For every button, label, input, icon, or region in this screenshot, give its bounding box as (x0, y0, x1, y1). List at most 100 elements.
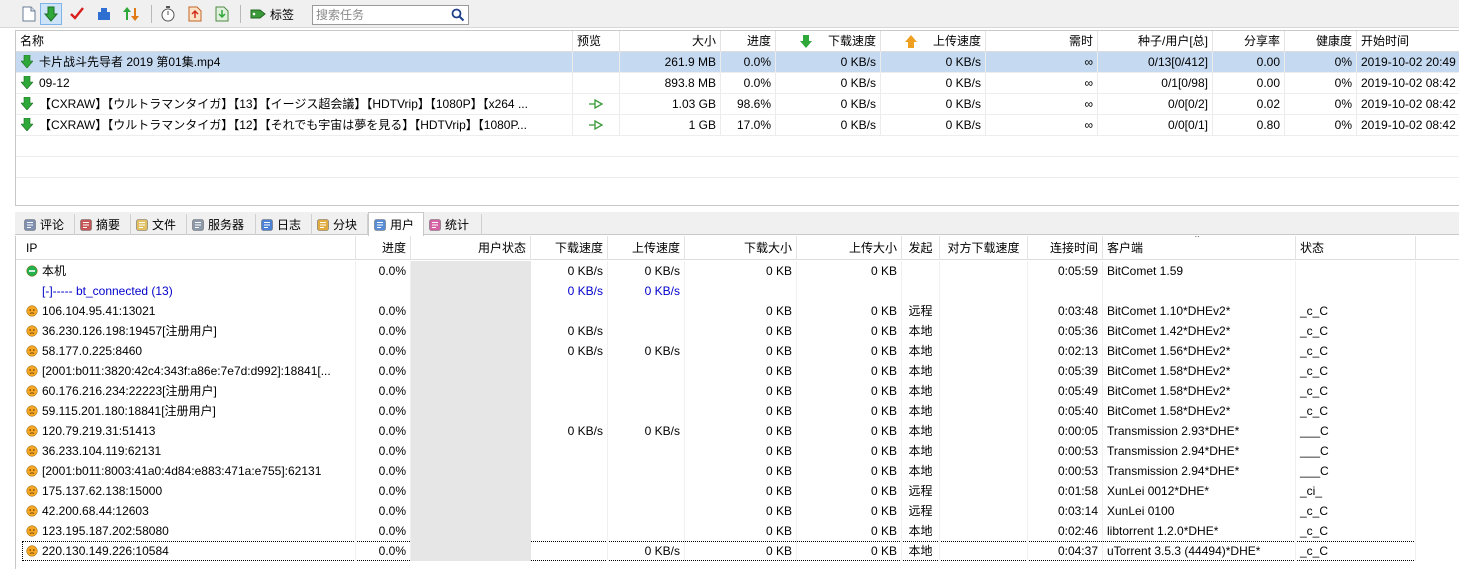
peer-usize: 0 KB (797, 301, 902, 321)
col-seeds[interactable]: 种子/用户[总] (1098, 31, 1213, 52)
peer-up: 0 KB/s (608, 281, 685, 301)
col-eta[interactable]: 需时 (986, 31, 1098, 52)
col-user-state[interactable]: 用户状态 (411, 236, 531, 260)
col-conn-time[interactable]: 连接时间 (1028, 236, 1103, 260)
user-state-bar (411, 301, 531, 321)
task-preview[interactable] (573, 94, 620, 114)
tag-button[interactable]: 标签 (247, 3, 299, 25)
peer-ip-text: 60.176.216.234:22223[注册用户] (42, 384, 217, 398)
peer-row[interactable]: 42.200.68.44:12603 0.0% 0 KB 0 KB 远程 0:03:14 X… (16, 501, 1459, 521)
col-progress[interactable]: 进度 (721, 31, 776, 52)
page-import-icon (215, 6, 229, 22)
task-down: 0 KB/s (776, 94, 881, 114)
col-preview[interactable]: 预览 (573, 31, 620, 52)
peer-row[interactable]: 175.137.62.138:15000 0.0% 0 KB 0 KB 远程 0:01:5… (16, 481, 1459, 501)
col-size[interactable]: 大小 (620, 31, 721, 52)
search-input[interactable] (313, 6, 443, 24)
empty-row (16, 136, 1459, 157)
peer-client: libtorrent 1.2.0*DHE* (1103, 521, 1296, 541)
new-task-button[interactable] (18, 3, 40, 25)
col-up-size[interactable]: 上传大小 (797, 236, 902, 260)
task-row[interactable]: 09-12 893.8 MB 0.0% 0 KB/s 0 KB/s ∞ 0/1[0/98] 0… (16, 73, 1459, 94)
peer-down (531, 481, 608, 501)
peer-list-header: IP 进度 用户状态 下载速度 上传速度 下载大小 上传大小 发起 对方下载速度… (16, 236, 1459, 260)
col-health[interactable]: 健康度 (1285, 31, 1357, 52)
tab-label: 分块 (333, 218, 358, 232)
col-ip[interactable]: IP (16, 236, 356, 260)
col-remote-down-speed[interactable]: 对方下载速度 (940, 236, 1028, 260)
col-up-speed-label: 上传速度 (932, 34, 981, 48)
download-button[interactable] (40, 3, 62, 25)
user-state-bar (411, 521, 531, 541)
task-row[interactable]: 【CXRAW】【ウルトラマンタイガ】【13】【イージス超会議】【HDTVrip】… (16, 94, 1459, 115)
import-button[interactable] (211, 3, 233, 25)
task-seeds: 0/0[0/1] (1098, 115, 1213, 135)
peer-row[interactable]: 220.130.149.226:10584 0.0% 0 KB/s 0 KB 0 KB 本… (22, 541, 1416, 561)
peer-init (902, 281, 940, 301)
peer-remote (940, 441, 1028, 461)
tab-peers[interactable]: 用户 (368, 212, 424, 236)
peer-row[interactable]: [2001:b011:8003:41a0:4d84:e883:471a:e755… (16, 461, 1459, 481)
peer-row[interactable]: 本机 0.0% 0 KB/s 0 KB/s 0 KB 0 KB 0:05:59 BitCome… (16, 261, 1459, 281)
peer-progress: 0.0% (356, 321, 411, 341)
peer-ip: 175.137.62.138:15000 (16, 481, 356, 501)
peer-row[interactable]: [2001:b011:3820:42c4:343f:a86e:7e7d:d992… (16, 361, 1459, 381)
col-down-speed[interactable]: 下载速度 (776, 31, 881, 52)
peer-down: 0 KB/s (531, 321, 608, 341)
start-button[interactable] (66, 3, 88, 25)
col-down-size[interactable]: 下载大小 (685, 236, 797, 260)
tab-label: 摘要 (96, 218, 121, 232)
peer-down: 0 KB/s (531, 261, 608, 281)
peer-row[interactable]: 106.104.95.41:13021 0.0% 0 KB 0 KB 远程 0:03:48… (16, 301, 1459, 321)
blue-block-icon (98, 8, 110, 20)
peer-row[interactable]: 58.177.0.225:8460 0.0% 0 KB/s 0 KB/s 0 KB 0 K… (16, 341, 1459, 361)
task-start: 2019-10-02 08:42 (1357, 73, 1459, 93)
export-button[interactable] (184, 3, 206, 25)
task-preview[interactable] (573, 115, 620, 135)
move-button[interactable] (120, 3, 142, 25)
peer-down (531, 541, 608, 561)
col-peer-down-speed[interactable]: 下载速度 (531, 236, 608, 260)
col-initiator[interactable]: 发起 (902, 236, 940, 260)
peer-time: 0:05:59 (1028, 261, 1103, 281)
col-up-speed[interactable]: 上传速度 (881, 31, 986, 52)
col-start-time[interactable]: 开始时间 (1357, 31, 1459, 52)
task-ratio: 0.02 (1213, 94, 1285, 114)
peer-up: 0 KB/s (608, 421, 685, 441)
peer-time: 0:02:13 (1028, 341, 1103, 361)
scheduler-button[interactable] (157, 3, 179, 25)
peer-dsize: 0 KB (685, 461, 797, 481)
tab-log[interactable]: 日志 (256, 214, 312, 235)
tab-files[interactable]: 文件 (131, 214, 187, 235)
peer-down (531, 501, 608, 521)
task-down: 0 KB/s (776, 73, 881, 93)
tab-stats[interactable]: 统计 (424, 214, 482, 235)
search-icon[interactable] (451, 8, 465, 22)
peer-dsize: 0 KB (685, 321, 797, 341)
peer-row[interactable]: 60.176.216.234:22223[注册用户] 0.0% 0 KB 0 KB 本地… (16, 381, 1459, 401)
stop-button[interactable] (93, 3, 115, 25)
col-name[interactable]: 名称 (16, 31, 573, 52)
peer-dsize: 0 KB (685, 441, 797, 461)
peer-row[interactable]: 123.195.187.202:58080 0.0% 0 KB 0 KB 本地 0:02:… (16, 521, 1459, 541)
col-peer-up-speed[interactable]: 上传速度 (608, 236, 685, 260)
peer-row[interactable]: 59.115.201.180:18841[注册用户] 0.0% 0 KB 0 KB 本地… (16, 401, 1459, 421)
tab-summary[interactable]: 摘要 (75, 214, 131, 235)
tab-label: 评论 (40, 218, 65, 232)
task-row[interactable]: 【CXRAW】【ウルトラマンタイガ】【12】【それでも宇宙は夢を見る】【HDTV… (16, 115, 1459, 136)
peer-row[interactable]: 36.233.104.119:62131 0.0% 0 KB 0 KB 本地 0:00:5… (16, 441, 1459, 461)
peer-row[interactable]: 120.79.219.31:51413 0.0% 0 KB/s 0 KB/s 0 KB 0… (16, 421, 1459, 441)
col-status[interactable]: 状态 (1296, 236, 1416, 260)
peer-up (608, 361, 685, 381)
peer-row[interactable]: 36.230.126.198:19457[注册用户] 0.0% 0 KB/s 0 KB… (16, 321, 1459, 341)
peer-face-icon (26, 465, 38, 477)
peer-ip: 42.200.68.44:12603 (16, 501, 356, 521)
peer-group-row[interactable]: [-]----- bt_connected (13) 0 KB/s 0 KB/s (16, 281, 1459, 301)
task-row[interactable]: 卡片战斗先导者 2019 第01集.mp4 261.9 MB 0.0% 0 KB/s 0… (16, 52, 1459, 73)
peer-up (608, 381, 685, 401)
tab-server[interactable]: 服务器 (187, 214, 256, 235)
col-ratio[interactable]: 分享率 (1213, 31, 1285, 52)
col-peer-progress[interactable]: 进度 (356, 236, 411, 260)
tab-pieces[interactable]: 分块 (312, 214, 368, 235)
tab-comment[interactable]: 评论 (19, 214, 75, 235)
